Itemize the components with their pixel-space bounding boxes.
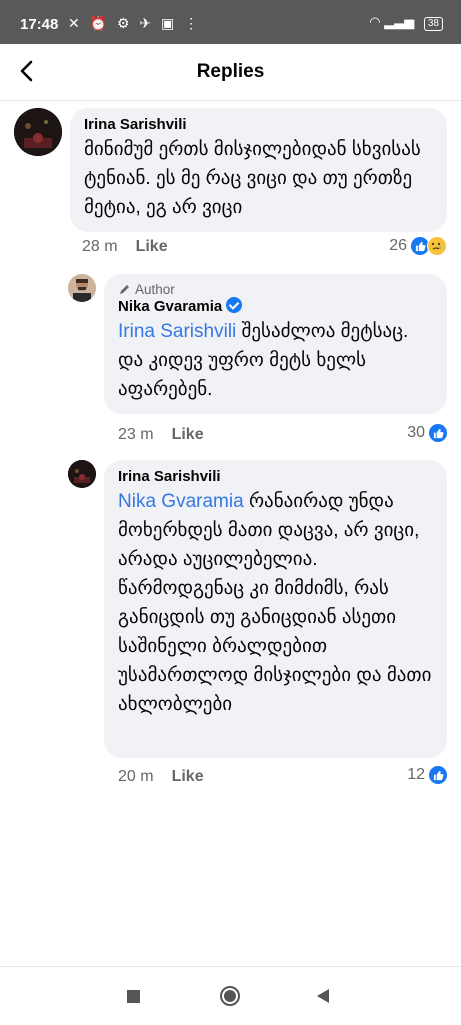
avatar[interactable] <box>68 274 96 302</box>
like-reaction-icon <box>429 424 447 442</box>
notification-icons: ✕ ⏰ ⚙ ✈ ▣ ⋮ <box>68 15 202 31</box>
mention-link[interactable]: Irina Sarishvili <box>118 321 236 342</box>
reaction-count: 30 <box>407 424 425 441</box>
sad-reaction-icon <box>427 236 447 256</box>
comment-meta: 28 m Like <box>82 238 168 256</box>
like-button[interactable]: Like <box>172 426 204 443</box>
comment-time: 28 m <box>82 238 118 255</box>
comment-bubble[interactable]: Author Nika Gvaramia Irina Sarishvili შე… <box>104 274 447 414</box>
avatar[interactable] <box>14 108 62 156</box>
author-tag: Author <box>118 282 433 297</box>
header: Replies <box>0 44 461 101</box>
pencil-icon <box>120 285 129 294</box>
commenter-name[interactable]: Nika Gvaramia <box>118 297 433 315</box>
mention-link[interactable]: Nika Gvaramia <box>118 491 244 512</box>
reactions[interactable]: 30 <box>407 424 447 442</box>
signal-icon: ▂▃▅ <box>384 14 415 29</box>
status-bar: 17:48 ✕ ⏰ ⚙ ✈ ▣ ⋮ ◠ ▂▃▅ 38 <box>0 0 461 44</box>
reaction-count: 12 <box>407 766 425 783</box>
like-reaction-icon <box>429 766 447 784</box>
like-button[interactable]: Like <box>136 238 168 255</box>
commenter-name-text[interactable]: Nika Gvaramia <box>118 298 222 315</box>
comment-time: 20 m <box>118 768 154 785</box>
recents-square-icon[interactable] <box>126 989 142 1005</box>
like-button[interactable]: Like <box>172 768 204 785</box>
reactions[interactable]: 26 <box>389 236 447 256</box>
wifi-icon: ◠ <box>369 14 381 29</box>
status-time: 17:48 <box>20 16 59 33</box>
comment-bubble[interactable]: Irina Sarishvili მინიმუმ ერთს მისჯილებიდ… <box>70 108 447 232</box>
comment-bubble[interactable]: Irina Sarishvili Nika Gvaramia რანაირად … <box>104 460 447 758</box>
author-label: Author <box>135 282 175 297</box>
commenter-name[interactable]: Irina Sarishvili <box>84 116 433 133</box>
reaction-count: 26 <box>389 237 407 254</box>
commenter-name[interactable]: Irina Sarishvili <box>118 468 433 485</box>
back-triangle-icon[interactable] <box>315 988 331 1004</box>
home-circle-icon[interactable] <box>219 985 241 1007</box>
comment-text: მინიმუმ ერთს მისჯილებიდან სხვისას ტენიან… <box>84 139 421 218</box>
reactions[interactable]: 12 <box>407 766 447 784</box>
comment-time: 23 m <box>118 426 154 443</box>
system-icons: ◠ ▂▃▅ 38 <box>369 14 443 31</box>
comment-text: Nika Gvaramia რანაირად უნდა მოხერხდეს მა… <box>118 487 433 719</box>
page-title: Replies <box>196 61 265 82</box>
verified-badge-icon <box>226 297 243 313</box>
comment-text: Irina Sarishvili შესაძლოა მეტსაც. და კიდ… <box>118 317 433 404</box>
navigation-bar <box>0 966 461 1025</box>
comment-meta: 23 m Like <box>118 426 204 444</box>
battery-icon: 38 <box>423 17 443 31</box>
comment-meta: 20 m Like <box>118 768 204 786</box>
comment-text-body: რანაირად უნდა მოხერხდეს მათი დაცვა, არ ვ… <box>118 491 432 715</box>
replies-sheet: Replies Irina Sarishvili მინიმუმ ერთს მი… <box>0 44 461 974</box>
avatar[interactable] <box>68 460 96 488</box>
